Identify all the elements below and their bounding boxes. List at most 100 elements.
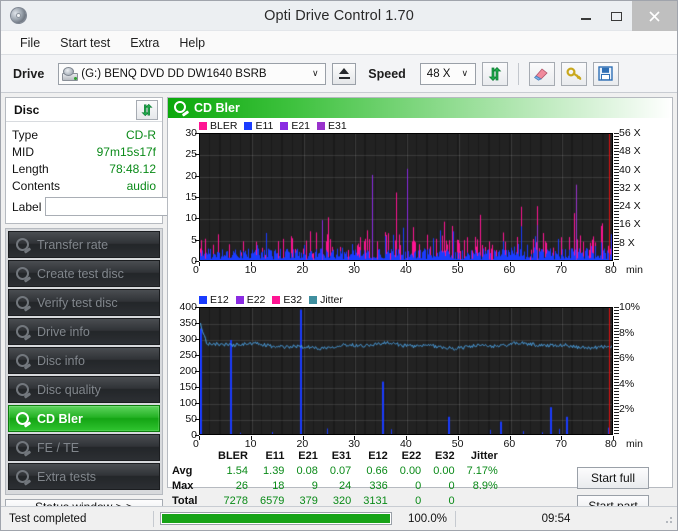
speed-select[interactable]: 48 X ∨ <box>419 62 476 85</box>
refresh-button[interactable] <box>481 61 508 86</box>
eject-button[interactable] <box>332 62 357 85</box>
minimize-button[interactable] <box>570 1 601 31</box>
disc-scan-icon <box>15 295 32 312</box>
legend-swatch <box>199 122 207 130</box>
stats-cell: 8.9% <box>472 479 498 492</box>
sidebar-item-verify-test-disc[interactable]: Verify test disc <box>8 289 160 316</box>
axis-tick-label: 100 <box>179 397 197 409</box>
sidebar-item-disc-info[interactable]: Disc info <box>8 347 160 374</box>
disc-row-contents: Contents audio <box>12 177 156 194</box>
legend-item-e11: E11 <box>244 120 273 132</box>
disc-row-key: MID <box>12 144 34 159</box>
chart-panel-header: CD Bler <box>168 98 672 118</box>
axis-tick-label: 24 X <box>619 200 641 213</box>
legend-label: E21 <box>291 120 311 132</box>
chevron-down-icon: ∨ <box>311 68 319 78</box>
stats-cell: 1.39 <box>263 464 285 477</box>
menu-item-file[interactable]: File <box>11 34 49 52</box>
axis-tick <box>613 436 614 440</box>
axis-tick-label: 40 X <box>619 163 641 176</box>
axis-tick <box>302 262 304 266</box>
maximize-button[interactable] <box>601 1 632 31</box>
disc-scan-icon <box>174 101 190 117</box>
stats-cell: 336 <box>369 479 388 492</box>
legend-item-e31: E31 <box>317 120 347 132</box>
disc-row-value: 78:48.12 <box>109 161 156 176</box>
axis-tick-label: 80 <box>605 264 617 276</box>
axis-tick <box>195 419 199 420</box>
erase-button[interactable] <box>528 61 555 86</box>
disc-label-key: Label <box>12 199 42 214</box>
axis-tick-label: 15 <box>185 191 197 203</box>
legend-swatch <box>199 296 207 304</box>
progress-fill <box>162 514 390 523</box>
disc-row-length: Length 78:48.12 <box>12 160 156 177</box>
axis-ruler <box>614 133 619 261</box>
sidebar-item-extra-tests[interactable]: Extra tests <box>8 463 160 490</box>
disc-row-value: audio <box>126 178 156 193</box>
axis-tick <box>195 133 199 134</box>
stats-table-grid: BLER E11 E21 E31 E12 E22 E32 Jitter Avg … <box>170 450 504 508</box>
axis-tick <box>195 239 199 241</box>
settings-button[interactable] <box>560 61 587 86</box>
stats-cell: 0 <box>415 479 422 492</box>
stats-cell: 24 <box>339 479 352 492</box>
chart-panel: CD Bler BLER E11 E21 E31 E12 E22 E32 Jit… <box>167 97 673 517</box>
axis-tick <box>199 262 200 266</box>
refresh-icon <box>488 66 502 81</box>
stats-table: BLER E11 E21 E31 E12 E22 E32 Jitter Avg … <box>170 450 504 508</box>
sidebar-item-disc-quality[interactable]: Disc quality <box>8 376 160 403</box>
drive-select[interactable]: (G:) BENQ DVD DD DW1640 BSRB ∨ <box>58 62 327 85</box>
stats-cell: 9 <box>311 479 318 492</box>
speed-label: Speed <box>368 66 406 81</box>
sidebar-item-label: Disc quality <box>37 382 101 397</box>
disc-refresh-button[interactable] <box>136 99 158 120</box>
legend-swatch <box>235 296 244 304</box>
sidebar-item-fe-te[interactable]: FE / TE <box>8 434 160 461</box>
disc-label-row: Label <box>12 196 217 217</box>
disc-row-key: Type <box>12 127 39 142</box>
menu-item-start-test[interactable]: Start test <box>51 34 119 52</box>
close-button[interactable] <box>632 1 677 31</box>
menu-item-extra[interactable]: Extra <box>121 34 168 52</box>
axis-tick-label: 300 <box>179 333 197 345</box>
disc-scan-icon <box>15 237 32 254</box>
sidebar-item-label: CD Bler <box>37 411 83 426</box>
sidebar-item-transfer-rate[interactable]: Transfer rate <box>8 231 160 258</box>
sidebar-item-label: FE / TE <box>37 440 80 455</box>
menu-item-help[interactable]: Help <box>170 34 214 52</box>
legend-label: E31 <box>328 120 347 132</box>
status-bar: Test completed 100.0% 09:54 <box>1 506 677 530</box>
axis-tick-label: 200 <box>179 365 197 377</box>
legend-label: E32 <box>283 294 303 306</box>
start-full-button[interactable]: Start full <box>577 467 649 489</box>
sidebar-nav: Transfer rate Create test disc Verify te… <box>5 228 163 495</box>
sidebar-item-drive-info[interactable]: Drive info <box>8 318 160 345</box>
axis-tick <box>195 323 199 324</box>
title-bar: Opti Drive Control 1.70 <box>1 1 677 31</box>
axis-tick <box>195 339 199 340</box>
chart-legend-top: BLER E11 E21 E31 <box>199 120 347 132</box>
axis-tick-label: 250 <box>179 349 197 361</box>
resize-grip-icon[interactable] <box>662 513 674 525</box>
opti-drive-control-window: Opti Drive Control 1.70 File Start test … <box>0 0 678 531</box>
drive-select-value: (G:) BENQ DVD DD DW1640 BSRB <box>81 67 267 80</box>
sidebar-item-create-test-disc[interactable]: Create test disc <box>8 260 160 287</box>
disc-rows: Type CD-R MID 97m15s17f Length 78:48.12 … <box>6 122 217 223</box>
sidebar-item-cd-bler[interactable]: CD Bler <box>8 405 160 432</box>
axis-tick <box>457 262 459 266</box>
disc-scan-icon <box>15 440 32 457</box>
refresh-icon <box>141 103 153 116</box>
save-button[interactable] <box>592 61 619 86</box>
axis-tick-label: 5 <box>171 234 197 246</box>
stats-col-e32: E32 <box>435 450 455 462</box>
stats-col-bler: BLER <box>218 450 248 462</box>
axis-tick <box>195 154 199 156</box>
legend-swatch <box>272 296 281 304</box>
axis-tick <box>457 436 459 440</box>
legend-swatch <box>309 296 318 304</box>
legend-swatch <box>280 122 289 130</box>
axis-tick-label: 350 <box>179 317 197 329</box>
legend-item-e21: E21 <box>280 120 310 132</box>
axis-tick <box>195 197 199 198</box>
